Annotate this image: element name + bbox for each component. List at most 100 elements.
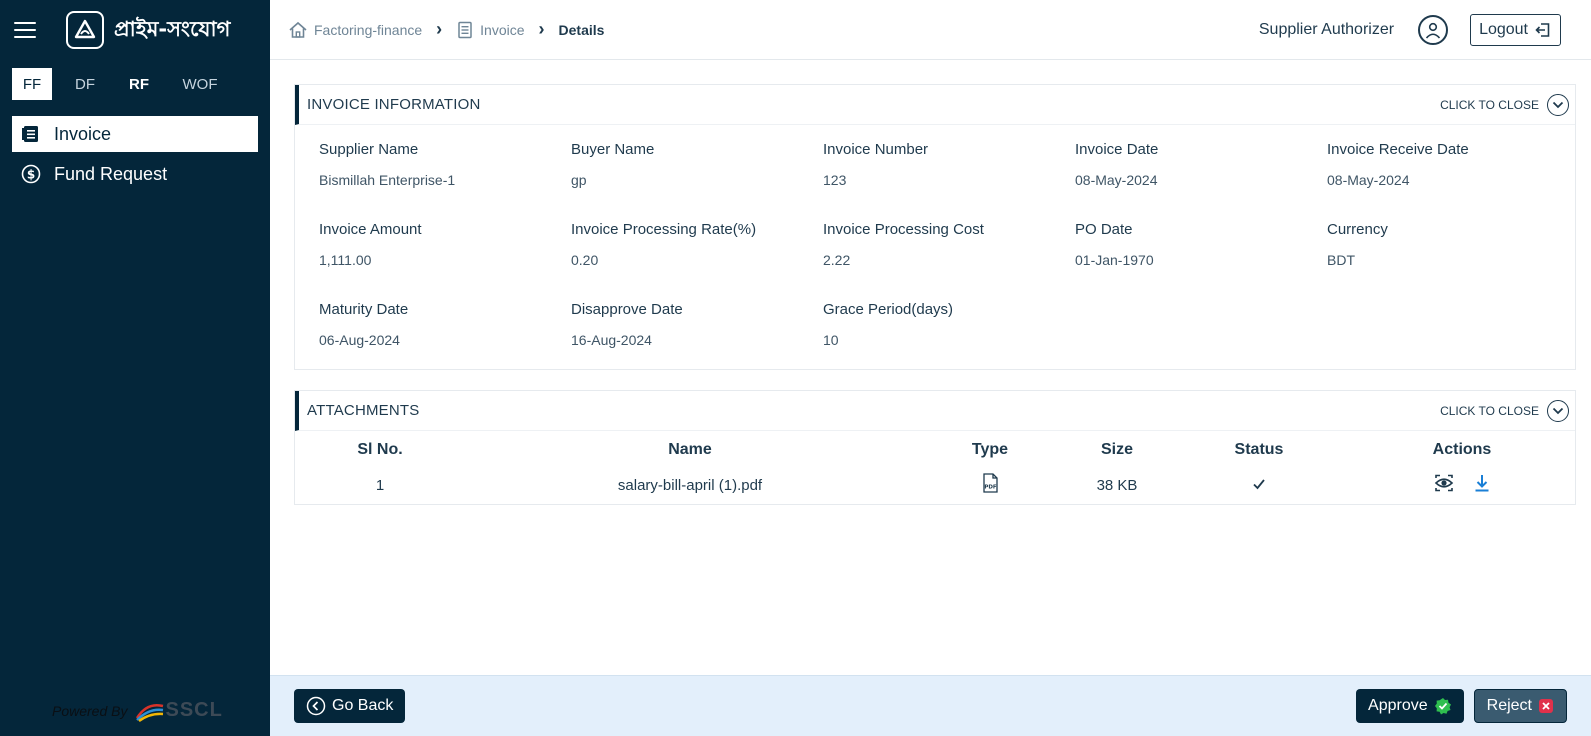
cell-sl-no: 1 (375, 476, 385, 494)
col-actions: Actions (1432, 441, 1492, 458)
field-currency: Currency BDT (1327, 217, 1579, 297)
field-invoice-amount: Invoice Amount 1,111.00 (319, 217, 571, 297)
go-back-button[interactable]: Go Back (294, 689, 406, 723)
field-value: 123 (823, 172, 847, 188)
header-user-area: Supplier Authorizer Logout (1258, 13, 1591, 46)
approve-label: Approve (1368, 697, 1428, 714)
sscl-swoosh-icon (136, 703, 164, 722)
field-label: Currency (1327, 221, 1388, 238)
svg-text:$: $ (27, 168, 35, 182)
field-label: Maturity Date (319, 301, 409, 318)
top-header: Factoring-finance › Invoice › Details Su… (270, 0, 1591, 60)
col-size: Size (1100, 441, 1133, 458)
sscl-text: SSCL (165, 699, 223, 721)
reject-button[interactable]: Reject (1473, 689, 1567, 723)
field-label: Invoice Processing Cost (823, 221, 984, 238)
field-value: 06-Aug-2024 (319, 332, 400, 348)
table-row: 1 salary-bill-april (1).pdf PDF 38 KB (295, 469, 1575, 501)
field-value: 1,111.00 (319, 252, 372, 268)
breadcrumb: Factoring-finance › Invoice › Details (288, 19, 604, 40)
toggle-label: CLICK TO CLOSE (1440, 97, 1539, 112)
field-label: Invoice Amount (319, 221, 422, 238)
field-label: Invoice Receive Date (1327, 141, 1469, 158)
col-type: Type (971, 441, 1009, 458)
close-x-icon (1538, 698, 1554, 714)
attachments-table: Sl No. Name Type Size Status Actions 1 s… (295, 431, 1575, 501)
sidebar-item-invoice[interactable]: Invoice (12, 116, 258, 152)
cell-actions (1349, 469, 1575, 501)
toggle-label: CLICK TO CLOSE (1440, 403, 1539, 418)
user-role: Supplier Authorizer (1258, 20, 1395, 38)
checkmark-icon (1253, 478, 1265, 489)
field-value: 01-Jan-1970 (1075, 252, 1154, 268)
col-status: Status (1234, 441, 1284, 458)
tab-rf[interactable]: RF (118, 68, 160, 100)
field-label: Invoice Number (823, 141, 929, 158)
breadcrumb-label: Invoice (480, 21, 525, 38)
field-value: 2.22 (823, 252, 851, 268)
invoice-icon (20, 123, 42, 145)
invoice-icon (456, 21, 474, 39)
chevron-right-icon: › (538, 19, 545, 39)
dollar-circle-icon: $ (20, 163, 42, 185)
logout-label: Logout (1479, 20, 1528, 38)
collapse-toggle[interactable]: CLICK TO CLOSE (1440, 93, 1575, 116)
field-invoice-receive-date: Invoice Receive Date 08-May-2024 (1327, 137, 1579, 217)
field-label: Supplier Name (319, 141, 419, 158)
chevron-down-icon (1547, 399, 1569, 422)
field-supplier-name: Supplier Name Bismillah Enterprise-1 (319, 137, 571, 217)
sidebar: প্রাইম-সংযোগ FF DF RF WOF Invoice $ Fund… (0, 0, 270, 736)
go-back-label: Go Back (332, 697, 394, 714)
field-po-date: PO Date 01-Jan-1970 (1075, 217, 1327, 297)
field-value: 0.20 (571, 252, 599, 268)
field-value: BDT (1327, 252, 1355, 268)
download-icon[interactable] (1473, 473, 1491, 493)
user-profile-icon[interactable] (1418, 14, 1449, 45)
chevron-down-icon (1547, 93, 1569, 116)
powered-by-text: Powered By (52, 702, 128, 719)
cell-status (1169, 469, 1349, 501)
field-grace-period: Grace Period(days) 10 (823, 297, 1075, 377)
chevron-right-icon: › (436, 19, 443, 39)
field-invoice-number: Invoice Number 123 (823, 137, 1075, 217)
tab-df[interactable]: DF (52, 68, 118, 100)
field-buyer-name: Buyer Name gp (571, 137, 823, 217)
check-badge-icon (1434, 697, 1452, 715)
footer-action-bar: Go Back Approve Reject (270, 675, 1591, 736)
field-value: gp (571, 172, 587, 188)
breadcrumb-invoice[interactable]: Invoice (456, 21, 525, 39)
sscl-logo: SSCL (135, 699, 222, 722)
logout-button[interactable]: Logout (1470, 13, 1561, 46)
tab-wof[interactable]: WOF (160, 68, 240, 100)
field-value: 08-May-2024 (1327, 172, 1410, 188)
field-invoice-date: Invoice Date 08-May-2024 (1075, 137, 1327, 217)
field-label: Invoice Processing Rate(%) (571, 221, 757, 238)
field-value: Bismillah Enterprise-1 (319, 172, 456, 188)
breadcrumb-label: Factoring-finance (314, 21, 423, 38)
approve-button[interactable]: Approve (1356, 689, 1464, 723)
breadcrumb-factoring-finance[interactable]: Factoring-finance (288, 21, 422, 39)
reject-label: Reject (1486, 697, 1532, 714)
breadcrumb-details: Details (559, 22, 605, 38)
panel-title: INVOICE INFORMATION (307, 96, 481, 113)
collapse-toggle[interactable]: CLICK TO CLOSE (1440, 399, 1575, 422)
field-disapprove-date: Disapprove Date 16-Aug-2024 (571, 297, 823, 377)
field-label: Grace Period(days) (823, 301, 954, 318)
logout-icon (1534, 21, 1552, 39)
hamburger-menu-icon[interactable] (14, 22, 36, 38)
view-eye-icon[interactable] (1433, 473, 1455, 493)
field-label: Buyer Name (571, 141, 655, 158)
field-label: Disapprove Date (571, 301, 683, 318)
sidebar-item-label: Fund Request (54, 163, 168, 184)
powered-by: Powered By SSCL (52, 699, 223, 722)
tab-ff[interactable]: FF (12, 68, 52, 100)
field-value: 16-Aug-2024 (571, 332, 652, 348)
field-label: PO Date (1075, 221, 1133, 238)
panel-header: ATTACHMENTS CLICK TO CLOSE (295, 391, 1575, 431)
sidebar-item-fund-request[interactable]: $ Fund Request (12, 156, 258, 192)
finance-type-tabs: FF DF RF WOF (0, 68, 270, 100)
sidebar-menu: Invoice $ Fund Request (0, 116, 270, 192)
col-sl-no: Sl No. (357, 441, 403, 458)
field-value: 10 (823, 332, 839, 348)
breadcrumb-label: Details (558, 21, 605, 38)
